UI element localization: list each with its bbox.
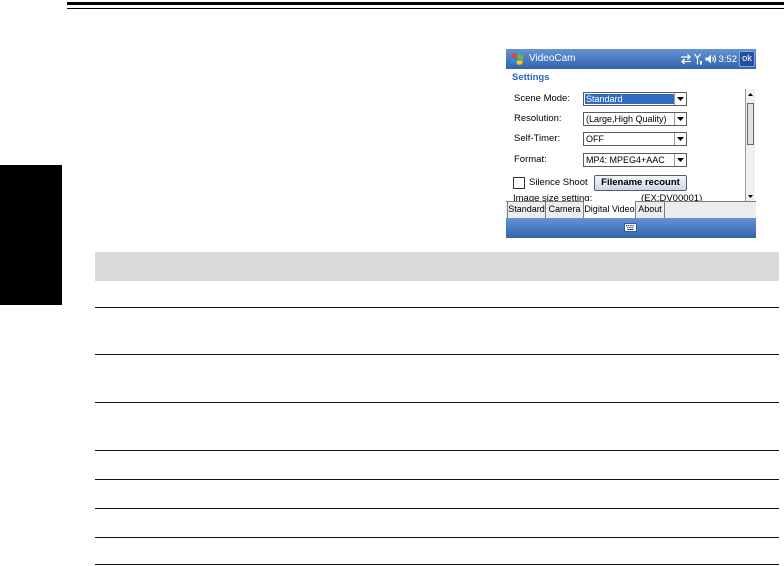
volume-icon[interactable]: [705, 53, 717, 65]
app-title: VideoCam: [529, 53, 576, 64]
resolution-value[interactable]: (Large,High Quality): [585, 114, 674, 124]
silence-shoot-checkbox[interactable]: [513, 177, 525, 189]
connectivity-icon[interactable]: [680, 53, 692, 65]
image-size-hint: (EX:DV00001): [641, 193, 703, 201]
self-timer-dropdown[interactable]: OFF: [583, 132, 687, 146]
self-timer-value[interactable]: OFF: [585, 134, 674, 144]
self-timer-label: Self-Timer:: [514, 133, 561, 144]
section-tab: [0, 165, 62, 305]
scene-mode-label: Scene Mode:: [514, 93, 570, 104]
status-tray: 3:52 ok: [680, 49, 757, 69]
clock[interactable]: 3:52: [719, 54, 738, 65]
table-row: [95, 355, 779, 403]
image-size-row: Image size setting: (EX:DV00001): [506, 193, 742, 201]
chevron-down-icon[interactable]: [674, 93, 686, 105]
settings-panel: Scene Mode: Standard Resolution: (Large,…: [506, 86, 756, 201]
scroll-down-icon[interactable]: [746, 191, 755, 201]
tab-digital-video[interactable]: Digital Video: [584, 201, 636, 218]
videocam-settings-screenshot: VideoCam 3:52 ok Settings Scene Mode: St…: [506, 49, 756, 238]
title-bar: VideoCam 3:52 ok: [506, 49, 756, 69]
scene-mode-row: Scene Mode: Standard: [506, 92, 742, 106]
header-rule: [67, 2, 784, 9]
filename-recount-button[interactable]: Filename recount: [594, 175, 687, 191]
scroll-up-icon[interactable]: [746, 89, 755, 99]
scene-mode-value[interactable]: Standard: [585, 94, 674, 104]
tab-standard[interactable]: Standard: [507, 202, 546, 218]
page-title: Settings: [512, 72, 550, 83]
tab-camera[interactable]: Camera: [546, 202, 584, 218]
signal-icon[interactable]: [693, 53, 703, 65]
format-row: Format: MP4: MPEG4+AAC: [506, 153, 742, 167]
table-row: [95, 451, 779, 480]
chevron-down-icon[interactable]: [674, 133, 686, 145]
table-header-row: [95, 252, 779, 281]
table-row: [95, 308, 779, 355]
tab-about[interactable]: About: [636, 202, 665, 218]
resolution-dropdown[interactable]: (Large,High Quality): [583, 112, 687, 126]
silence-shoot-row: Silence Shoot Filename recount: [506, 175, 742, 191]
scene-mode-dropdown[interactable]: Standard: [583, 92, 687, 106]
windows-start-icon[interactable]: [510, 52, 525, 66]
self-timer-row: Self-Timer: OFF: [506, 132, 742, 146]
silence-shoot-label[interactable]: Silence Shoot: [529, 175, 588, 191]
keyboard-icon[interactable]: [624, 223, 637, 232]
format-label: Format:: [514, 154, 547, 165]
format-value[interactable]: MP4: MPEG4+AAC: [585, 155, 674, 165]
image-size-label: Image size setting:: [513, 193, 593, 201]
resolution-row: Resolution: (Large,High Quality): [506, 112, 742, 126]
parameter-table: [95, 252, 779, 565]
ok-button[interactable]: ok: [739, 51, 755, 67]
table-row: [95, 509, 779, 538]
chevron-down-icon[interactable]: [674, 113, 686, 125]
vertical-scrollbar[interactable]: [745, 89, 755, 201]
tab-strip: Standard Camera Digital Video About: [506, 201, 756, 218]
menu-bar: [506, 218, 756, 238]
table-row: [95, 403, 779, 451]
resolution-label: Resolution:: [514, 113, 562, 124]
table-row: [95, 281, 779, 308]
scrollbar-thumb[interactable]: [747, 103, 754, 145]
table-row: [95, 538, 779, 565]
format-dropdown[interactable]: MP4: MPEG4+AAC: [583, 153, 687, 167]
table-row: [95, 480, 779, 509]
chevron-down-icon[interactable]: [674, 154, 686, 166]
